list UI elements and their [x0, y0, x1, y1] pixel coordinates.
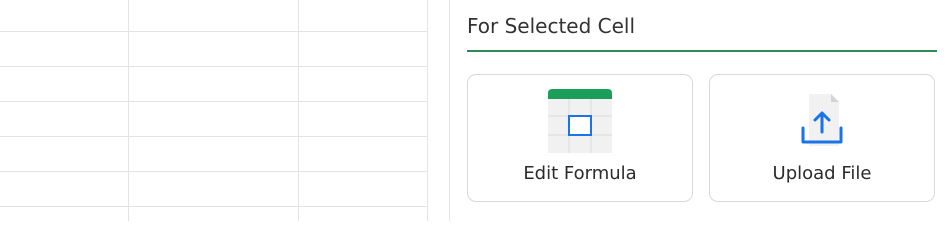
- edit-formula-label: Edit Formula: [523, 163, 637, 184]
- grid-row-divider: [0, 31, 428, 32]
- grid-row-divider: [0, 66, 428, 67]
- selected-cell-panel: For Selected Cell Edit Formula Upload Fi…: [450, 0, 952, 221]
- panel-title-underline: [467, 50, 937, 52]
- grid-column-divider: [427, 0, 428, 221]
- grid-column-divider: [128, 0, 129, 221]
- grid-row-divider: [0, 136, 428, 137]
- grid-row-divider: [0, 101, 428, 102]
- upload-file-label: Upload File: [772, 163, 872, 184]
- upload-icon: [789, 88, 855, 154]
- grid-column-divider: [298, 0, 299, 221]
- edit-formula-button[interactable]: Edit Formula: [467, 74, 693, 202]
- grid-row-divider: [0, 171, 428, 172]
- spreadsheet-formula-icon: [547, 88, 613, 154]
- panel-title: For Selected Cell: [467, 14, 636, 38]
- grid-row-divider: [0, 206, 428, 207]
- upload-file-button[interactable]: Upload File: [709, 74, 935, 202]
- spreadsheet-grid[interactable]: [0, 0, 428, 221]
